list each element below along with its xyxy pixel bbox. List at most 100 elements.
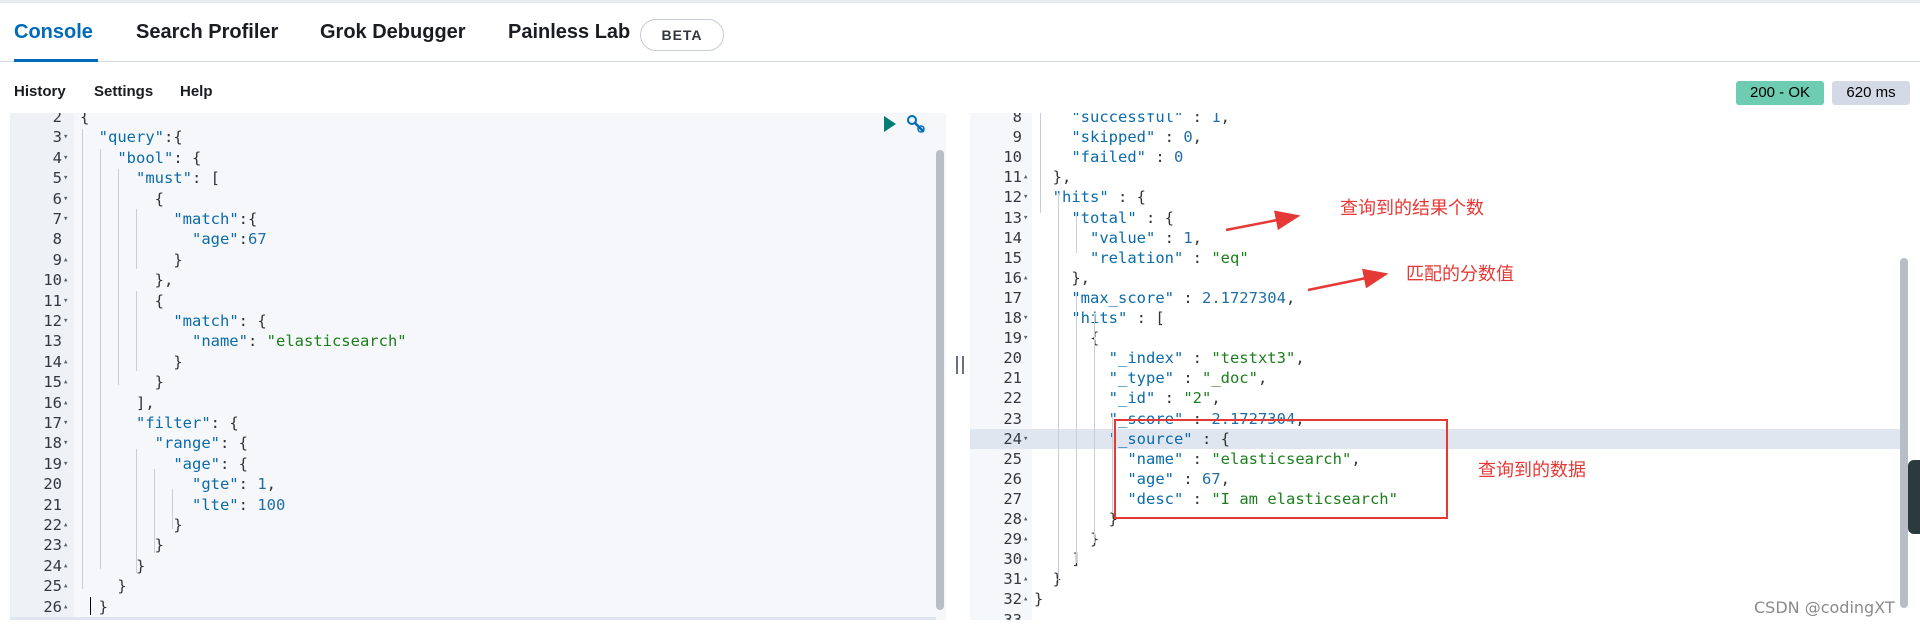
fold-toggle-icon[interactable]: ▴ <box>63 556 73 576</box>
request-code: { <box>80 291 164 310</box>
response-line[interactable]: 9 "skipped" : 0, <box>970 127 1900 147</box>
fold-toggle-icon[interactable]: ▴ <box>1023 268 1033 288</box>
fold-toggle-icon[interactable]: ▴ <box>63 617 73 620</box>
response-time-badge: 620 ms <box>1832 81 1910 105</box>
request-editor[interactable]: 2{3 ▾ "query":{4 ▾ "bool": {5 ▾ "must": [6 ▾… <box>10 113 946 620</box>
fold-toggle-icon[interactable]: ▾ <box>1023 308 1033 328</box>
request-line[interactable]: 13 "name": "elasticsearch" <box>10 331 936 351</box>
side-panel-handle[interactable] <box>1908 460 1920 534</box>
fold-toggle-icon[interactable]: ▴ <box>63 352 73 372</box>
response-line[interactable]: 17 "max_score" : 2.1727304, <box>970 288 1900 308</box>
fold-toggle-icon[interactable]: ▾ <box>1023 429 1033 449</box>
request-line[interactable]: 14 ▴ } <box>10 352 936 372</box>
request-line[interactable]: 27▴} <box>10 617 936 620</box>
response-line[interactable]: 8 "successful" : 1, <box>970 113 1900 127</box>
request-line[interactable]: 22 ▴ } <box>10 515 936 535</box>
response-scrollbar[interactable] <box>1900 258 1908 608</box>
response-viewer[interactable]: 8 "successful" : 1, 9 "skipped" : 0, 10 "f… <box>970 113 1910 620</box>
request-line-number: 7 <box>52 210 62 228</box>
request-line[interactable]: 10 ▴ }, <box>10 270 936 290</box>
request-line[interactable]: 21 "lte": 100 <box>10 495 936 515</box>
fold-toggle-icon[interactable]: ▴ <box>63 250 73 270</box>
request-line[interactable]: 26 ▴ } <box>10 597 936 617</box>
fold-toggle-icon[interactable]: ▾ <box>63 291 73 311</box>
fold-toggle-icon[interactable]: ▴ <box>1023 569 1033 589</box>
fold-toggle-icon[interactable]: ▾ <box>63 413 73 433</box>
fold-toggle-icon[interactable]: ▾ <box>63 189 73 209</box>
request-line[interactable]: 19 ▾ "age": { <box>10 454 936 474</box>
fold-toggle-icon[interactable]: ▾ <box>63 311 73 331</box>
response-line[interactable]: 10 "failed" : 0 <box>970 147 1900 167</box>
beta-badge: BETA <box>640 19 724 51</box>
response-line[interactable]: 19 ▾ { <box>970 328 1900 348</box>
request-line[interactable]: 11 ▾ { <box>10 291 936 311</box>
fold-toggle-icon[interactable]: ▴ <box>63 270 73 290</box>
request-scrollbar[interactable] <box>936 150 944 610</box>
fold-toggle-icon[interactable]: ▾ <box>63 148 73 168</box>
request-line[interactable]: 3 ▾ "query":{ <box>10 127 936 147</box>
fold-toggle-icon[interactable]: ▴ <box>63 597 73 617</box>
request-code: } <box>80 250 183 269</box>
response-line-number: 29 <box>1003 530 1022 549</box>
request-line[interactable]: 6 ▾ { <box>10 189 936 209</box>
request-line[interactable]: 25 ▴ } <box>10 576 936 596</box>
request-line[interactable]: 16 ▴ ], <box>10 393 936 413</box>
request-code: } <box>80 516 183 534</box>
request-line[interactable]: 5 ▾ "must": [ <box>10 168 936 188</box>
fold-toggle-icon[interactable]: ▾ <box>1023 208 1033 228</box>
request-line[interactable]: 9 ▴ } <box>10 250 936 270</box>
fold-toggle-icon[interactable]: ▴ <box>1023 529 1033 549</box>
request-line[interactable]: 8 "age":67 <box>10 229 936 249</box>
response-line[interactable]: 11 ▴ }, <box>970 167 1900 187</box>
tab-painless-lab[interactable]: Painless Lab <box>508 21 630 44</box>
request-line[interactable]: 18 ▾ "range": { <box>10 433 936 453</box>
fold-toggle-icon[interactable]: ▴ <box>1023 509 1033 529</box>
response-line[interactable]: 20 "_index" : "testxt3", <box>970 348 1900 368</box>
request-line[interactable]: 17 ▾ "filter": { <box>10 413 936 433</box>
fold-toggle-icon[interactable]: ▾ <box>63 127 73 147</box>
request-line[interactable]: 15 ▴ } <box>10 372 936 392</box>
fold-toggle-icon[interactable]: ▾ <box>63 433 73 453</box>
request-line[interactable]: 20 "gte": 1, <box>10 474 936 494</box>
fold-toggle-icon[interactable]: ▴ <box>63 393 73 413</box>
response-line[interactable]: 31 ▴ } <box>970 569 1900 589</box>
fold-toggle-icon[interactable]: ▾ <box>63 168 73 188</box>
request-line[interactable]: 23 ▴ } <box>10 535 936 555</box>
fold-toggle-icon[interactable]: ▾ <box>63 209 73 229</box>
fold-toggle-icon[interactable]: ▴ <box>63 515 73 535</box>
menu-history[interactable]: History <box>14 83 66 100</box>
response-line[interactable]: 29 ▴ } <box>970 529 1900 549</box>
request-line[interactable]: 24 ▴ } <box>10 556 936 576</box>
source-highlight-box <box>1114 419 1448 519</box>
menu-settings[interactable]: Settings <box>94 83 153 100</box>
fold-toggle-icon[interactable]: ▾ <box>1023 187 1033 207</box>
tab-console[interactable]: Console <box>14 21 93 44</box>
fold-toggle-icon[interactable]: ▴ <box>63 372 73 392</box>
response-line[interactable]: 14 "value" : 1, <box>970 228 1900 248</box>
response-line[interactable]: 30 ▴ ] <box>970 549 1900 569</box>
wrench-icon[interactable] <box>906 114 926 134</box>
request-line[interactable]: 7 ▾ "match":{ <box>10 209 936 229</box>
fold-toggle-icon[interactable]: ▴ <box>63 535 73 555</box>
tab-grok-debugger[interactable]: Grok Debugger <box>320 21 466 44</box>
request-line-number: 18 <box>43 434 62 453</box>
response-line[interactable]: 21 "_type" : "_doc", <box>970 368 1900 388</box>
response-line[interactable]: 22 "_id" : "2", <box>970 388 1900 408</box>
fold-toggle-icon[interactable]: ▾ <box>1023 328 1033 348</box>
response-code: "skipped" : 0, <box>1071 128 1203 147</box>
fold-toggle-icon[interactable]: ▴ <box>1023 549 1033 569</box>
request-code: ], <box>80 393 155 412</box>
request-line[interactable]: 4 ▾ "bool": { <box>10 148 936 168</box>
tab-search-profiler[interactable]: Search Profiler <box>136 21 278 44</box>
fold-toggle-icon[interactable]: ▴ <box>1023 167 1033 187</box>
request-line-number: 20 <box>43 475 62 494</box>
pane-resize-handle[interactable] <box>956 356 964 374</box>
fold-toggle-icon[interactable]: ▾ <box>63 454 73 474</box>
request-line[interactable]: 2{ <box>10 113 936 127</box>
fold-toggle-icon[interactable]: ▴ <box>1023 589 1033 609</box>
fold-toggle-icon[interactable]: ▴ <box>63 576 73 596</box>
play-icon[interactable] <box>884 116 896 132</box>
request-line[interactable]: 12 ▾ "match": { <box>10 311 936 331</box>
response-line[interactable]: 18 ▾ "hits" : [ <box>970 308 1900 328</box>
menu-help[interactable]: Help <box>180 83 213 100</box>
